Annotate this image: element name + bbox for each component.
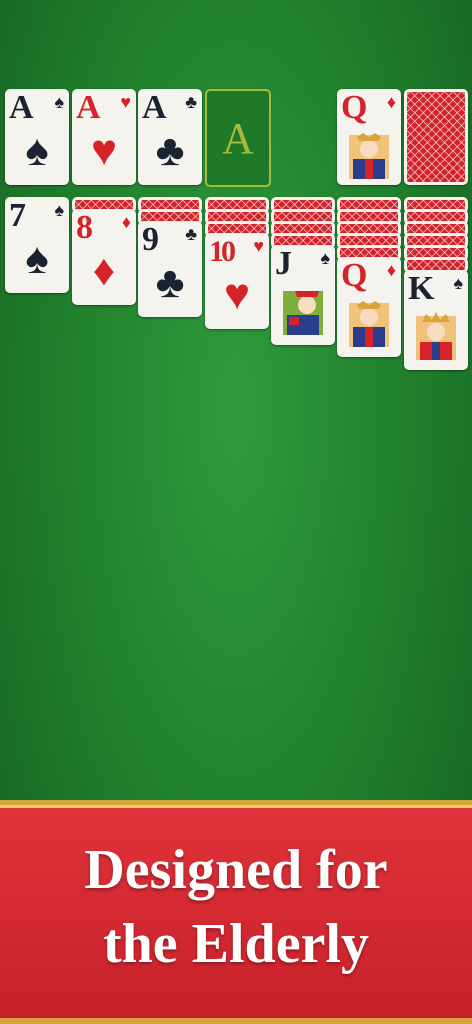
tableau-card[interactable]: 10 ♥ ♥ [205, 233, 269, 329]
diamond-icon: ♦ [92, 246, 116, 295]
card-rank: K [408, 270, 434, 307]
card-rank: A [76, 89, 101, 126]
card-rank: 8 [76, 209, 93, 246]
card-rank: 7 [9, 197, 26, 234]
spade-icon: ♠ [453, 273, 463, 293]
spade-icon: ♠ [320, 248, 330, 268]
club-icon: ♣ [185, 224, 197, 244]
card-rank: J [275, 245, 292, 282]
tableau-card[interactable]: Q ♦ [337, 257, 401, 357]
spade-icon: ♠ [25, 126, 49, 175]
spade-icon: ♠ [54, 92, 64, 112]
diamond-icon: ♦ [121, 212, 131, 232]
foundation-hearts[interactable]: A ♥ ♥ [72, 89, 136, 185]
king-face-icon [416, 312, 456, 360]
card-rank: A [9, 89, 34, 126]
banner-line-1: Designed for [84, 839, 388, 901]
waste-card[interactable]: Q ♦ [337, 89, 401, 185]
spade-icon: ♠ [25, 234, 49, 283]
foundation-spades[interactable]: A ♠ ♠ [5, 89, 69, 185]
card-rank: Q [341, 89, 367, 126]
tableau-card[interactable]: K ♠ [404, 270, 468, 370]
heart-icon: ♥ [120, 92, 131, 112]
club-icon: ♣ [185, 92, 197, 112]
stock-pile[interactable] [404, 89, 468, 185]
tableau-card[interactable]: 9 ♣ ♣ [138, 221, 202, 317]
tableau-card[interactable]: 8 ♦ ♦ [72, 209, 136, 305]
card-rank: A [142, 89, 167, 126]
foundation-empty-slot[interactable]: A [205, 89, 271, 187]
card-rank: Q [341, 257, 367, 294]
spade-icon: ♠ [54, 200, 64, 220]
queen-face-icon [349, 133, 389, 179]
heart-icon: ♥ [90, 126, 118, 175]
tableau-card[interactable]: 7 ♠ ♠ [5, 197, 69, 293]
card-rank: 9 [142, 221, 159, 258]
tableau-card[interactable]: J ♠ [271, 245, 335, 345]
foundation-clubs[interactable]: A ♣ ♣ [138, 89, 202, 185]
queen-face-icon [349, 301, 389, 347]
club-icon: ♣ [155, 258, 185, 307]
heart-icon: ♥ [253, 236, 264, 256]
empty-slot-label: A [222, 114, 254, 163]
card-rank: 10 [209, 235, 236, 268]
heart-icon: ♥ [223, 270, 251, 319]
banner-title: Designed for the Elderly [0, 833, 472, 981]
promo-banner: Designed for the Elderly [0, 800, 472, 1024]
club-icon: ♣ [155, 126, 185, 175]
jack-face-icon [283, 291, 323, 335]
diamond-icon: ♦ [386, 260, 396, 280]
banner-line-2: the Elderly [103, 913, 369, 975]
diamond-icon: ♦ [386, 92, 396, 112]
